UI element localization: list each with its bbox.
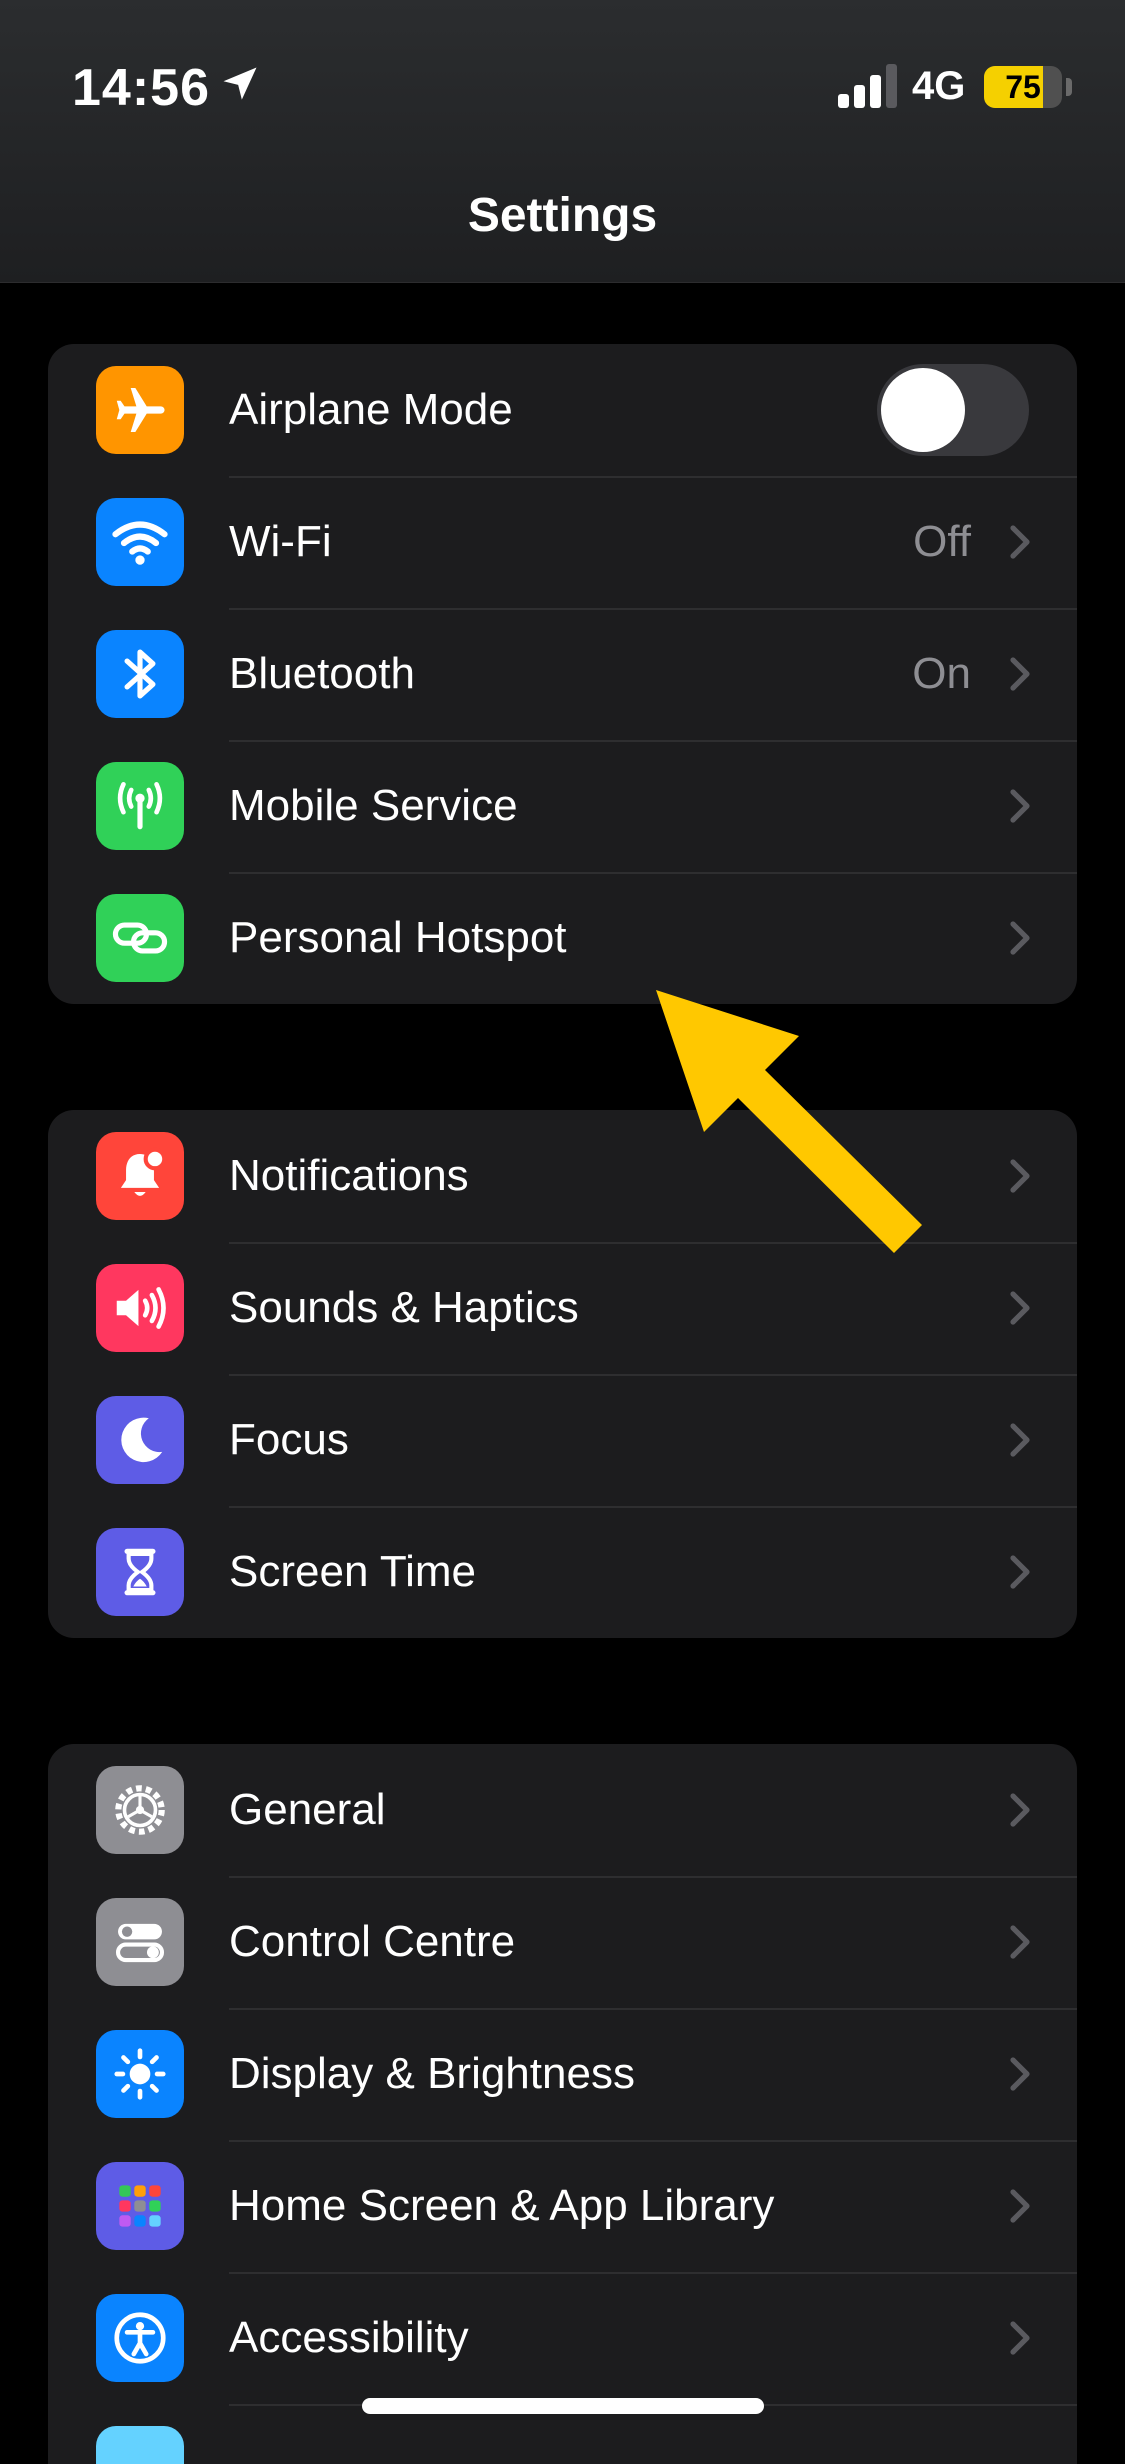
- partial-app-icon: [96, 2426, 184, 2464]
- row-display-brightness[interactable]: Display & Brightness: [48, 2008, 1077, 2140]
- chevron-right-icon: [1010, 657, 1030, 691]
- row-screen-time[interactable]: Screen Time: [48, 1506, 1077, 1638]
- chevron-right-icon: [1010, 1925, 1030, 1959]
- row-label: Notifications: [229, 1151, 469, 1200]
- gear-icon: [96, 1766, 184, 1854]
- sun-icon: [96, 2030, 184, 2118]
- arrow-pointer-icon: [656, 990, 922, 1253]
- row-label: Sounds & Haptics: [229, 1283, 579, 1332]
- chevron-right-icon: [1010, 2189, 1030, 2223]
- row-label: General: [229, 1785, 386, 1834]
- row-label: Mobile Service: [229, 781, 518, 830]
- network-type: 4G: [912, 64, 966, 108]
- row-focus[interactable]: Focus: [48, 1374, 1077, 1506]
- row-label: Focus: [229, 1415, 349, 1464]
- cellular-signal-icon: [838, 64, 897, 108]
- row-label: Display & Brightness: [229, 2049, 635, 2098]
- row-label: Control Centre: [229, 1917, 516, 1966]
- status-and-nav-bar: 14:56 4G 75 Settings: [0, 0, 1125, 283]
- chevron-right-icon: [1010, 1555, 1030, 1589]
- row-general[interactable]: General: [48, 1744, 1077, 1876]
- chevron-right-icon: [1010, 1291, 1030, 1325]
- page-title: Settings: [467, 189, 658, 242]
- row-home-screen-app-library[interactable]: Home Screen & App Library: [48, 2140, 1077, 2272]
- row-accessibility[interactable]: Accessibility: [48, 2272, 1077, 2404]
- speaker-icon: [96, 1264, 184, 1352]
- row-control-centre[interactable]: Control Centre: [48, 1876, 1077, 2008]
- row-label: Bluetooth: [229, 649, 415, 698]
- settings-group-connectivity: Airplane Mode Wi-Fi Off Bluetooth On Mob…: [48, 344, 1077, 1004]
- settings-group-general: General Control Centre Display & Brightn…: [48, 1744, 1077, 2464]
- row-value: Off: [913, 517, 971, 566]
- chevron-right-icon: [1010, 1159, 1030, 1193]
- chevron-right-icon: [1010, 789, 1030, 823]
- battery-indicator: 75: [984, 66, 1062, 108]
- airplane-icon: [96, 366, 184, 454]
- location-arrow-icon: [223, 67, 257, 100]
- chevron-right-icon: [1010, 2057, 1030, 2091]
- status-time: 14:56: [72, 59, 210, 117]
- app-grid-icon: [96, 2162, 184, 2250]
- home-indicator[interactable]: [362, 2398, 764, 2414]
- chevron-right-icon: [1010, 921, 1030, 955]
- antenna-icon: [96, 762, 184, 850]
- wifi-icon: [96, 498, 184, 586]
- row-value: On: [912, 649, 971, 698]
- row-label: Airplane Mode: [229, 385, 513, 434]
- bell-icon: [96, 1132, 184, 1220]
- airplane-mode-toggle[interactable]: [877, 364, 1029, 456]
- row-label: Accessibility: [229, 2313, 469, 2362]
- row-label: Wi-Fi: [229, 517, 332, 566]
- accessibility-icon: [96, 2294, 184, 2382]
- battery-percent: 75: [1005, 68, 1041, 105]
- chevron-right-icon: [1010, 1793, 1030, 1827]
- row-airplane-mode[interactable]: Airplane Mode: [48, 344, 1077, 476]
- row-bluetooth[interactable]: Bluetooth On: [48, 608, 1077, 740]
- hotspot-link-icon: [96, 894, 184, 982]
- row-label: Home Screen & App Library: [229, 2181, 775, 2230]
- row-label: Screen Time: [229, 1547, 476, 1596]
- bluetooth-icon: [96, 630, 184, 718]
- hourglass-icon: [96, 1528, 184, 1616]
- toggle-knob: [881, 368, 965, 452]
- row-mobile-service[interactable]: Mobile Service: [48, 740, 1077, 872]
- row-label: Personal Hotspot: [229, 913, 567, 962]
- switches-icon: [96, 1898, 184, 1986]
- chevron-right-icon: [1010, 2321, 1030, 2355]
- moon-icon: [96, 1396, 184, 1484]
- row-wifi[interactable]: Wi-Fi Off: [48, 476, 1077, 608]
- chevron-right-icon: [1010, 1423, 1030, 1457]
- chevron-right-icon: [1010, 525, 1030, 559]
- battery-nub: [1066, 78, 1072, 96]
